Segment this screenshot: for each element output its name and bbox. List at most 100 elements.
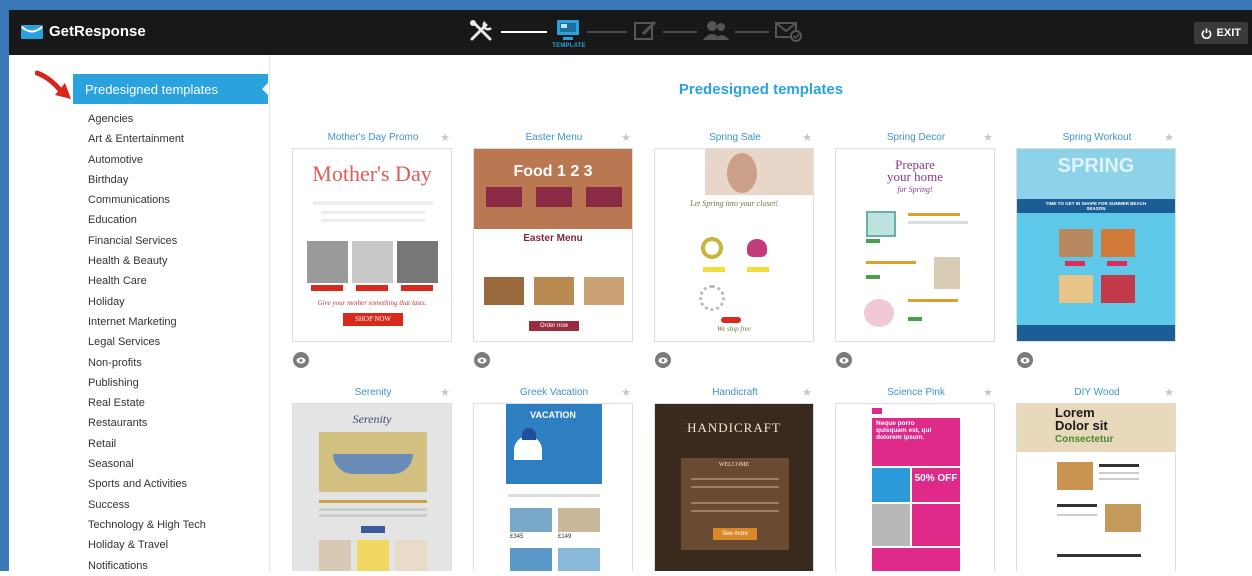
template-title[interactable]: Spring Workout ★ xyxy=(1016,130,1178,146)
preview-eye-icon[interactable] xyxy=(655,352,671,368)
preview-price-1: £345 xyxy=(510,534,524,540)
edit-icon[interactable] xyxy=(631,17,661,45)
sidebar-category-retail[interactable]: Retail xyxy=(88,434,206,454)
sidebar-category-financial-services[interactable]: Financial Services xyxy=(88,231,206,251)
sidebar-active-label: Predesigned templates xyxy=(85,81,218,97)
preview-eye-icon[interactable] xyxy=(1017,352,1033,368)
sidebar-category-holiday[interactable]: Holiday xyxy=(88,292,206,312)
sidebar-category-health-care[interactable]: Health Care xyxy=(88,271,206,291)
template-preview[interactable]: SPRING TIME TO GET IN SHAPE FOR SUMMER B… xyxy=(1016,148,1176,342)
sidebar-category-success[interactable]: Success xyxy=(88,495,206,515)
star-icon[interactable]: ★ xyxy=(1164,130,1174,146)
star-icon[interactable]: ★ xyxy=(621,130,631,146)
star-icon[interactable]: ★ xyxy=(802,130,812,146)
star-icon[interactable]: ★ xyxy=(802,385,812,401)
preview-heading-3: for Spring! xyxy=(897,185,933,194)
star-icon[interactable]: ★ xyxy=(983,130,993,146)
sidebar-category-sports-and-activities[interactable]: Sports and Activities xyxy=(88,474,206,494)
sidebar-category-health-beauty[interactable]: Health & Beauty xyxy=(88,251,206,271)
template-card-spring-sale[interactable]: Spring Sale ★ Let Spring into your closet… xyxy=(654,130,816,368)
preview-heading: HANDICRAFT xyxy=(687,420,781,435)
template-preview[interactable]: Food 1 2 3 Easter Menu Order now xyxy=(473,148,633,342)
template-card-mothers-day-promo[interactable]: Mother's Day Promo ★ Mother's Day Give yo… xyxy=(292,130,454,368)
template-title[interactable]: Science Pink ★ xyxy=(835,385,997,401)
preview-button: Order now xyxy=(529,321,579,331)
template-preview[interactable]: Mother's Day Give your mother something … xyxy=(292,148,452,342)
template-title[interactable]: Spring Sale ★ xyxy=(654,130,816,146)
sidebar-category-birthday[interactable]: Birthday xyxy=(88,170,206,190)
top-bar: GetResponse TEMPLATE EXIT xyxy=(9,10,1252,55)
sidebar-category-legal-services[interactable]: Legal Services xyxy=(88,332,206,352)
preview-heading: Serenity xyxy=(352,412,392,426)
sidebar-category-art-entertainment[interactable]: Art & Entertainment xyxy=(88,129,206,149)
sidebar-category-agencies[interactable]: Agencies xyxy=(88,109,206,129)
template-card-spring-decor[interactable]: Spring Decor ★ Prepare your home for Spri… xyxy=(835,130,997,368)
preview-eye-icon[interactable] xyxy=(293,352,309,368)
sidebar-category-internet-marketing[interactable]: Internet Marketing xyxy=(88,312,206,332)
sidebar-category-holiday-travel[interactable]: Holiday & Travel xyxy=(88,535,206,555)
recipients-icon[interactable] xyxy=(701,17,731,45)
wizard-connector xyxy=(587,31,627,33)
preview-heading: Neque porro quisquam est, qui dolorem ip… xyxy=(876,420,932,441)
template-card-spring-workout[interactable]: Spring Workout ★ SPRING TIME TO GET IN SH… xyxy=(1016,130,1178,368)
star-icon[interactable]: ★ xyxy=(1164,385,1174,401)
template-title[interactable]: DIY Wood ★ xyxy=(1016,385,1178,401)
sidebar-category-communications[interactable]: Communications xyxy=(88,190,206,210)
template-title[interactable]: Mother's Day Promo ★ xyxy=(292,130,454,146)
sidebar-category-education[interactable]: Education xyxy=(88,210,206,230)
template-card-science-pink[interactable]: Science Pink ★ Neque porro quisquam est, … xyxy=(835,385,997,571)
sidebar-category-real-estate[interactable]: Real Estate xyxy=(88,393,206,413)
preview-subheading: Easter Menu xyxy=(523,233,583,244)
category-sidebar: Predesigned templates Agencies Art & Ente… xyxy=(9,55,270,572)
preview-eye-icon[interactable] xyxy=(474,352,490,368)
send-icon[interactable] xyxy=(773,17,803,45)
template-title[interactable]: Serenity ★ xyxy=(292,385,454,401)
exit-button[interactable]: EXIT xyxy=(1193,22,1248,44)
template-preview[interactable]: Lorem Dolor sit Consectetur xyxy=(1016,403,1176,571)
sidebar-category-restaurants[interactable]: Restaurants xyxy=(88,413,206,433)
preview-heading-3: Consectetur xyxy=(1055,434,1114,445)
sidebar-category-seasonal[interactable]: Seasonal xyxy=(88,454,206,474)
template-card-diy-wood[interactable]: DIY Wood ★ Lorem Dolor sit Consectetur xyxy=(1016,385,1178,571)
preview-button: SHOP NOW xyxy=(343,313,403,326)
sidebar-item-predesigned-templates[interactable]: Predesigned templates xyxy=(73,74,268,104)
sidebar-category-non-profits[interactable]: Non-profits xyxy=(88,353,206,373)
settings-tools-icon[interactable] xyxy=(467,17,497,45)
preview-subheading: WELCOME xyxy=(718,462,750,468)
template-preview[interactable]: VACATION £345 £149 xyxy=(473,403,633,571)
template-title[interactable]: Easter Menu ★ xyxy=(473,130,635,146)
preview-subheading: TIME TO GET IN SHAPE FOR SUMMER BEACH SE… xyxy=(1045,201,1147,211)
preview-heading: Food 1 2 3 xyxy=(513,163,593,180)
template-title[interactable]: Handicraft ★ xyxy=(654,385,816,401)
getresponse-logo[interactable]: GetResponse xyxy=(21,23,146,40)
star-icon[interactable]: ★ xyxy=(440,385,450,401)
template-preview[interactable]: HANDICRAFT WELCOME See more xyxy=(654,403,814,571)
template-preview[interactable]: Let Spring into your closet! We ship fre… xyxy=(654,148,814,342)
template-card-handicraft[interactable]: Handicraft ★ HANDICRAFT WELCOME See more xyxy=(654,385,816,571)
sidebar-category-notifications[interactable]: Notifications xyxy=(88,556,206,576)
sidebar-category-technology-high-tech[interactable]: Technology & High Tech xyxy=(88,515,206,535)
template-card-serenity[interactable]: Serenity ★ Serenity xyxy=(292,385,454,571)
template-card-easter-menu[interactable]: Easter Menu ★ Food 1 2 3 Easter Menu Orde… xyxy=(473,130,635,368)
template-icon[interactable] xyxy=(553,17,583,45)
preview-eye-icon[interactable] xyxy=(836,352,852,368)
power-icon xyxy=(1201,27,1211,39)
sidebar-category-automotive[interactable]: Automotive xyxy=(88,150,206,170)
star-icon[interactable]: ★ xyxy=(621,385,631,401)
template-title[interactable]: Spring Decor ★ xyxy=(835,130,997,146)
star-icon[interactable]: ★ xyxy=(983,385,993,401)
template-title[interactable]: Greek Vacation ★ xyxy=(473,385,635,401)
preview-price-2: £149 xyxy=(558,534,572,540)
sidebar-category-publishing[interactable]: Publishing xyxy=(88,373,206,393)
template-preview[interactable]: Serenity xyxy=(292,403,452,571)
preview-tagline: Give your mother something that lasts. xyxy=(317,299,427,307)
wizard-connector xyxy=(735,31,769,33)
wizard-active-step-label: TEMPLATE xyxy=(552,43,586,49)
template-preview[interactable]: Prepare your home for Spring! xyxy=(835,148,995,342)
wizard-steps: TEMPLATE xyxy=(467,14,807,54)
template-preview[interactable]: Neque porro quisquam est, qui dolorem ip… xyxy=(835,403,995,571)
template-card-greek-vacation[interactable]: Greek Vacation ★ VACATION £345 £149 xyxy=(473,385,635,571)
star-icon[interactable]: ★ xyxy=(440,130,450,146)
preview-footer: We ship free xyxy=(716,325,752,333)
wizard-connector xyxy=(501,31,547,33)
